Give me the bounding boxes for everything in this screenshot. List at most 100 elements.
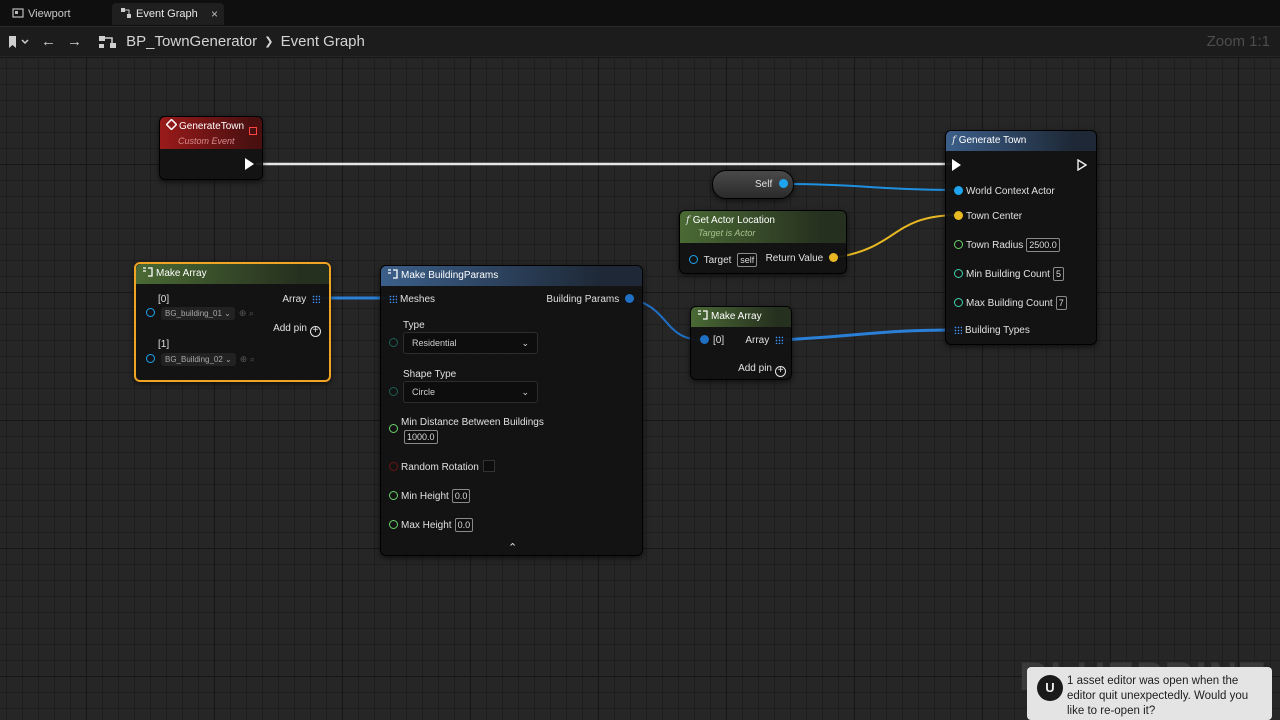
blueprint-icon: [99, 36, 116, 49]
array-element-0-pin[interactable]: [0]: [700, 335, 724, 346]
building-params-output-pin[interactable]: Building Params: [546, 294, 634, 305]
back-button[interactable]: ←: [41, 33, 56, 51]
pin-label: Town Radius: [966, 240, 1024, 251]
node-title: Get Actor Location: [692, 215, 775, 226]
target-value[interactable]: self: [737, 253, 758, 267]
exec-out-pin[interactable]: [1077, 158, 1088, 174]
forward-button[interactable]: →: [67, 33, 82, 51]
notification-toast[interactable]: U 1 asset editor was open when the edito…: [1027, 667, 1272, 720]
generate-town-function-node[interactable]: f Generate Town World Context Actor Town …: [945, 130, 1097, 345]
min-distance-pin[interactable]: Min Distance Between Buildings 1000.0: [389, 417, 544, 444]
make-array-types-node[interactable]: Make Array [0] Array Add pin +: [690, 306, 792, 380]
return-value-pin[interactable]: Return Value: [766, 253, 838, 264]
int-pin-icon: [954, 298, 963, 307]
pin-label: Min Distance Between Buildings: [401, 417, 544, 428]
min-distance-input[interactable]: 1000.0: [404, 430, 438, 444]
node-header: f Generate Town: [946, 131, 1096, 151]
self-node[interactable]: Self: [712, 170, 794, 199]
notification-message: 1 asset editor was open when the editor …: [1067, 675, 1249, 717]
close-icon[interactable]: ×: [211, 3, 218, 25]
pin-label: Max Height: [401, 520, 452, 531]
pin-label: Min Building Count: [966, 269, 1050, 280]
chevron-down-icon: ⌄: [521, 338, 529, 348]
chevron-down-icon: ⌄: [521, 387, 529, 397]
mesh-dropdown-0[interactable]: BG_building_01 ⌄: [161, 307, 235, 320]
meshes-pin[interactable]: Meshes: [389, 294, 435, 305]
array-pin-icon: [954, 326, 962, 334]
node-subtitle: Target is Actor: [698, 228, 756, 238]
zoom-label: Zoom 1:1: [1206, 33, 1270, 50]
add-pin-button[interactable]: Add pin +: [273, 323, 321, 337]
breadcrumb-graph[interactable]: Event Graph: [281, 33, 365, 50]
pin-label: Array: [745, 335, 770, 346]
pin-label: Min Height: [401, 491, 449, 502]
tab-viewport[interactable]: Viewport: [4, 3, 108, 25]
min-building-count-input[interactable]: 5: [1052, 267, 1064, 281]
node-title: Generate Town: [958, 135, 1027, 146]
shape-type-dropdown[interactable]: Circle ⌄: [403, 381, 538, 403]
graph-canvas[interactable]: BLUEPRINT GenerateTown Custom Event Self…: [0, 58, 1280, 720]
array-output-pin[interactable]: Array: [745, 335, 783, 346]
exec-pin-icon: [952, 159, 961, 171]
add-pin-button[interactable]: Add pin +: [738, 363, 786, 377]
node-title: Make Array: [156, 268, 207, 279]
function-icon: f: [952, 135, 956, 146]
exec-out-pin[interactable]: [245, 158, 254, 170]
dropdown-value: BG_Building_02: [165, 355, 223, 364]
random-rotation-checkbox[interactable]: [482, 460, 495, 472]
min-building-count-pin[interactable]: Min Building Count 5: [954, 267, 1064, 281]
node-header: GenerateTown Custom Event: [160, 117, 262, 149]
array-element-1-label: [1]: [158, 339, 170, 350]
node-title: Make BuildingParams: [401, 270, 499, 281]
random-rotation-pin[interactable]: Random Rotation: [389, 460, 495, 473]
max-height-pin[interactable]: Max Height 0.0: [389, 518, 474, 532]
bool-pin-icon: [389, 462, 398, 471]
town-center-pin[interactable]: Town Center: [954, 211, 1022, 222]
asset-tool-icons[interactable]: ⊕ ⌕: [240, 354, 255, 364]
pin-label: Building Params: [546, 294, 620, 305]
pin-label: Meshes: [400, 294, 436, 305]
make-array-meshes-node[interactable]: Make Array [0] BG_building_01 ⌄ ⊕ ⌕ [1] B…: [134, 262, 331, 382]
max-building-count-pin[interactable]: Max Building Count 7: [954, 296, 1067, 310]
self-output[interactable]: Self: [755, 179, 788, 190]
array-element-0-pin[interactable]: BG_building_01 ⌄ ⊕ ⌕: [146, 307, 254, 320]
max-height-input[interactable]: 0.0: [454, 518, 474, 532]
tab-label: Viewport: [28, 8, 71, 20]
max-building-count-input[interactable]: 7: [1055, 296, 1067, 310]
float-pin-icon: [389, 520, 398, 529]
delegate-pin-icon[interactable]: [249, 127, 257, 135]
dropdown-value: Residential: [412, 338, 457, 348]
array-element-1-pin[interactable]: BG_Building_02 ⌄ ⊕ ⌕: [146, 353, 255, 366]
collapse-toggle[interactable]: ⌃: [508, 541, 517, 554]
type-dropdown[interactable]: Residential ⌄: [403, 332, 538, 354]
graph-toolbar: ← → BP_TownGenerator ❯ Event Graph Zoom …: [0, 27, 1280, 57]
asset-tool-icons[interactable]: ⊕ ⌕: [239, 308, 254, 318]
shape-type-pin[interactable]: Circle ⌄: [389, 381, 538, 403]
array-output-pin[interactable]: Array: [282, 294, 320, 305]
get-actor-location-node[interactable]: f Get Actor Location Target is Actor Targ…: [679, 210, 847, 274]
target-pin[interactable]: Target self: [689, 253, 758, 267]
mesh-dropdown-1[interactable]: BG_Building_02 ⌄: [161, 353, 236, 366]
float-pin-icon: [954, 240, 963, 249]
object-pin-icon: [689, 255, 698, 264]
exec-in-pin[interactable]: [952, 159, 961, 171]
dropdown-value: Circle: [412, 387, 436, 397]
tab-label: Event Graph: [136, 8, 198, 20]
event-icon: [165, 118, 178, 131]
object-pin-icon: [146, 354, 155, 363]
town-radius-pin[interactable]: Town Radius 2500.0: [954, 238, 1060, 252]
type-pin[interactable]: Residential ⌄: [389, 332, 538, 354]
tab-event-graph[interactable]: Event Graph ×: [112, 3, 224, 25]
min-height-pin[interactable]: Min Height 0.0: [389, 489, 471, 503]
min-height-input[interactable]: 0.0: [451, 489, 471, 503]
building-types-pin[interactable]: Building Types: [954, 325, 1030, 336]
pin-label: Array: [282, 294, 307, 305]
pin-label: Random Rotation: [401, 462, 479, 473]
town-radius-input[interactable]: 2500.0: [1026, 238, 1060, 252]
breadcrumb-blueprint[interactable]: BP_TownGenerator: [126, 33, 257, 50]
array-pin-icon: [312, 295, 320, 303]
world-context-pin[interactable]: World Context Actor: [954, 186, 1055, 197]
generate-town-event-node[interactable]: GenerateTown Custom Event: [159, 116, 263, 180]
bookmark-icon[interactable]: [7, 35, 31, 49]
make-building-params-node[interactable]: Make BuildingParams Meshes Building Para…: [380, 265, 643, 556]
